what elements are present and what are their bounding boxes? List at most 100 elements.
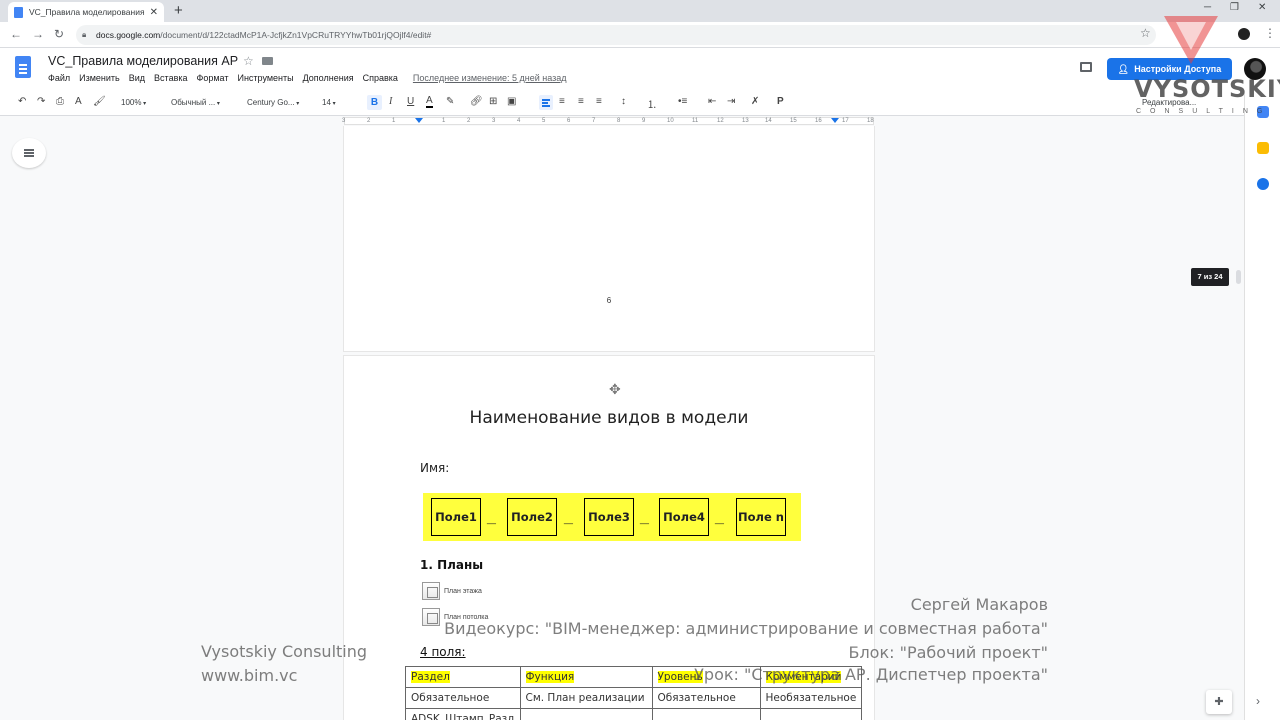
docs-favicon-icon	[14, 6, 23, 18]
last-edit-link[interactable]: Последнее изменение: 5 дней назад	[413, 73, 567, 83]
highlight-icon[interactable]: ✎	[446, 96, 454, 107]
pen-mode-icon[interactable]: P	[777, 96, 784, 107]
field-box: Поле3	[584, 498, 634, 536]
table-cell: Обязательное	[651, 687, 761, 709]
brand-watermark: VYSOTSKIY CONSULTING	[1134, 16, 1280, 116]
comments-icon[interactable]	[1080, 62, 1092, 72]
justify-icon[interactable]: ≡	[596, 96, 602, 107]
browser-tabbar: VC_Правила моделирования АР - Go ✕ + ─ ❐…	[0, 0, 1280, 22]
page-number: 6	[606, 296, 612, 305]
table-cell: Необязательное	[759, 687, 863, 709]
ruler-tick: 5	[542, 118, 546, 124]
menu-insert[interactable]: Вставка	[154, 73, 187, 83]
lock-icon: 🔒︎	[82, 30, 87, 39]
folder-icon[interactable]	[262, 57, 273, 65]
chevron-right-icon[interactable]: ›	[1256, 694, 1260, 708]
format-toolbar: ↶ ↷ ⎙ A 🖌︎ 100% Обычный ... Century Go..…	[0, 90, 1280, 116]
increase-indent-icon[interactable]: ⇥	[727, 96, 735, 107]
undo-icon[interactable]: ↶	[18, 96, 26, 107]
underline-icon[interactable]: U	[407, 96, 414, 107]
brand-name: VYSOTSKIY	[1134, 75, 1280, 103]
align-right-icon[interactable]: ≡	[578, 96, 584, 107]
name-label: Имя:	[420, 461, 450, 475]
close-tab-icon[interactable]: ✕	[150, 7, 158, 18]
floor-plan-icon	[422, 582, 440, 600]
zoom-select[interactable]: 100%	[121, 98, 146, 107]
move-icon[interactable]: ✥	[609, 381, 621, 398]
align-center-icon[interactable]: ≡	[559, 96, 565, 107]
table-row: Обязательное См. План реализации Обязате…	[405, 687, 863, 709]
document-title[interactable]: VC_Правила моделирования АР	[48, 54, 238, 68]
right-indent-marker[interactable]	[831, 118, 839, 123]
fields-count-label: 4 поля	[420, 645, 462, 659]
page-indicator: 7 из 24	[1191, 268, 1229, 286]
link-icon[interactable]: 🔗︎	[470, 96, 483, 107]
menu-tools[interactable]: Инструменты	[237, 73, 293, 83]
clear-formatting-icon[interactable]: ✗	[751, 96, 759, 107]
ruler: 3 2 1 1 2 3 4 5 6 7 8 9 10 11 12 13 14 1…	[0, 116, 1244, 126]
explore-icon[interactable]: ✚	[1206, 690, 1232, 714]
menu-bar: Файл Изменить Вид Вставка Формат Инструм…	[48, 73, 567, 83]
address-bar-row: ← → ↻ 🔒︎ docs.google.com/document/d/122c…	[0, 22, 1280, 48]
bulleted-list-icon[interactable]: •≡	[678, 96, 687, 107]
insert-image-icon[interactable]: ▣	[507, 96, 516, 107]
maximize-icon[interactable]: ❐	[1230, 2, 1239, 13]
menu-file[interactable]: Файл	[48, 73, 70, 83]
italic-icon[interactable]: I	[389, 96, 392, 107]
overlay-course: Видеокурс: "BIM-менеджер: администрирова…	[444, 619, 1048, 638]
bold-icon[interactable]: B	[367, 95, 382, 110]
ruler-tick: 18	[867, 118, 874, 124]
font-select[interactable]: Century Go...	[247, 98, 299, 107]
text-color-icon[interactable]: A	[426, 96, 433, 108]
style-select[interactable]: Обычный ...	[171, 98, 220, 107]
menu-addons[interactable]: Дополнения	[303, 73, 354, 83]
field-box: Поле4	[659, 498, 709, 536]
table-cell: ADSK_Штамп_Разд	[405, 708, 521, 720]
overlay-company: Vysotskiy Consulting	[201, 642, 368, 661]
menu-view[interactable]: Вид	[129, 73, 145, 83]
new-tab-icon[interactable]: +	[174, 2, 183, 19]
redo-icon[interactable]: ↷	[37, 96, 45, 107]
browser-tab[interactable]: VC_Правила моделирования АР - Go ✕	[8, 2, 164, 22]
plan-item-label: План этажа	[444, 587, 482, 595]
keep-icon[interactable]	[1257, 142, 1269, 154]
docs-logo-icon[interactable]	[15, 56, 31, 78]
print-icon[interactable]: ⎙	[56, 96, 64, 107]
spellcheck-icon[interactable]: A	[75, 96, 82, 107]
page-heading: Наименование видов в модели	[469, 408, 749, 428]
numbered-list-icon[interactable]: ⒈	[647, 96, 657, 111]
plan-item: План этажа	[422, 582, 482, 600]
align-left-icon[interactable]	[539, 95, 553, 110]
url-field[interactable]: 🔒︎ docs.google.com/document/d/122ctadMcP…	[76, 25, 1156, 45]
paint-format-icon[interactable]: 🖌︎	[93, 96, 106, 107]
tasks-icon[interactable]	[1257, 178, 1269, 190]
font-size-select[interactable]: 14	[322, 98, 336, 107]
menu-help[interactable]: Справка	[363, 73, 398, 83]
ruler-tick: 1	[442, 118, 446, 124]
section-heading: 1. Планы	[420, 558, 484, 572]
menu-edit[interactable]: Изменить	[79, 73, 120, 83]
naming-fields-diagram: Поле1 _ Поле2 _ Поле3 _ Поле4 _ Поле n	[423, 493, 801, 541]
decrease-indent-icon[interactable]: ⇤	[708, 96, 716, 107]
overlay-lesson: Урок: "Структура АР. Диспетчер проекта"	[694, 665, 1048, 684]
ruler-tick: 6	[567, 118, 571, 124]
back-icon[interactable]: ←	[10, 27, 22, 41]
menu-format[interactable]: Формат	[197, 73, 229, 83]
close-window-icon[interactable]: ✕	[1258, 2, 1266, 13]
left-indent-marker[interactable]	[415, 118, 423, 123]
ruler-track[interactable]: 3 2 1 1 2 3 4 5 6 7 8 9 10 11 12 13 14 1…	[342, 117, 874, 125]
fields-count: 4 поля:	[420, 645, 466, 659]
scrollbar-thumb[interactable]	[1236, 270, 1241, 284]
overlay-website: www.bim.vc	[201, 666, 298, 685]
forward-icon[interactable]: →	[32, 27, 44, 41]
browser-menu-icon[interactable]: ⋮	[1264, 26, 1276, 40]
minimize-icon[interactable]: ─	[1204, 2, 1211, 13]
url-host: docs.google.com	[96, 30, 161, 40]
star-doc-icon[interactable]: ☆	[243, 54, 254, 68]
reload-icon[interactable]: ↻	[54, 27, 64, 41]
add-comment-icon[interactable]: ⊞	[489, 96, 497, 107]
document-outline-icon[interactable]	[12, 138, 46, 168]
line-spacing-icon[interactable]: ↕	[621, 96, 626, 107]
field-separator: _	[640, 509, 649, 526]
docs-header: VC_Правила моделирования АР ☆ Файл Измен…	[0, 48, 1280, 90]
